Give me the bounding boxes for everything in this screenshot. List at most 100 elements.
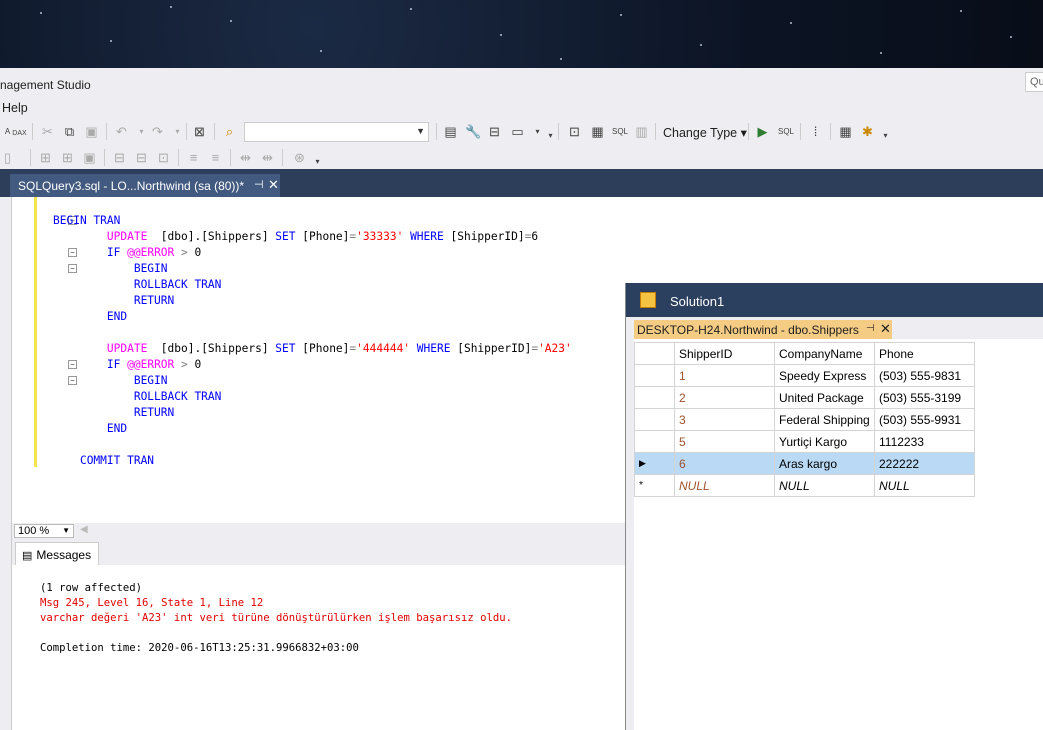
layout-toolbar: ▯ ⊞ ⊞ ▣ ⊟ ⊟ ⊡ ≡ ≡ ⇹ ⇹ ⊛ ▾	[0, 145, 1043, 169]
verify-sql-icon[interactable]: SQL	[777, 124, 795, 139]
cell-companyname[interactable]: United Package	[774, 386, 875, 409]
redo-dropdown-icon[interactable]: ▾	[170, 124, 185, 139]
undo-icon[interactable]: ↶	[114, 124, 129, 139]
quick-launch-input[interactable]: Qu	[1025, 72, 1043, 92]
message-line: (1 row affected)	[40, 582, 143, 594]
make-same-height-icon[interactable]: ⊟	[134, 150, 149, 165]
cell-shipperid[interactable]: 1	[674, 364, 775, 387]
close-icon[interactable]: ✕	[268, 177, 279, 193]
table-row[interactable]: 5 Yurtiçi Kargo 1112233	[634, 430, 975, 453]
cell-companyname[interactable]: Aras kargo	[774, 452, 875, 475]
table-row-new[interactable]: * NULL NULL NULL	[634, 474, 975, 497]
floating-window-header: Solution1	[626, 283, 1043, 317]
add-new-derived-table-icon[interactable]: ✱	[860, 124, 875, 139]
cell-phone[interactable]: 1112233	[874, 430, 975, 453]
add-group-by-icon[interactable]: ⁞	[808, 124, 823, 139]
separator	[558, 123, 559, 140]
cell-companyname[interactable]: Yurtiçi Kargo	[774, 430, 875, 453]
row-selector[interactable]	[634, 408, 675, 431]
toolbar-overflow-icon[interactable]: ▾	[543, 128, 558, 143]
show-criteria-pane-icon[interactable]: ▦	[590, 124, 605, 139]
show-diagram-pane-icon[interactable]: ⊡	[567, 124, 582, 139]
column-header[interactable]: CompanyName	[774, 342, 875, 365]
table-data-grid: ShipperID CompanyName Phone 1 Speedy Exp…	[634, 339, 1043, 730]
cell-shipperid[interactable]: NULL	[674, 474, 775, 497]
table-tab-title: DESKTOP-H24.Northwind - dbo.Shippers	[637, 323, 859, 337]
decrease-spacing-icon[interactable]: ⇹	[260, 150, 275, 165]
tab-sqlquery3[interactable]: SQLQuery3.sql - LO...Northwind (sa (80))…	[10, 174, 280, 197]
cell-shipperid[interactable]: 6	[674, 452, 775, 475]
show-results-pane-icon[interactable]: ▥	[634, 124, 649, 139]
horizontal-spacing-icon[interactable]: ≡	[186, 150, 201, 165]
show-sql-pane-icon[interactable]: SQL	[610, 124, 630, 139]
make-same-width-icon[interactable]: ⊟	[112, 150, 127, 165]
find-combo[interactable]: ▼	[244, 122, 429, 142]
align-lefts-icon[interactable]: ▯	[0, 150, 15, 165]
command-window-icon[interactable]: ▭	[510, 124, 525, 139]
add-table-icon[interactable]: ▦	[838, 124, 853, 139]
change-type-button[interactable]: Change Type ▾	[663, 125, 747, 140]
toolbox-icon[interactable]: ⊟	[487, 124, 502, 139]
properties-wrench-icon[interactable]: 🔧	[465, 124, 481, 139]
sql-code[interactable]: BEGIN TRAN UPDATE [dbo].[Shippers] SET […	[53, 213, 572, 469]
align-tops-icon[interactable]: ▣	[82, 150, 97, 165]
align-centers-icon[interactable]: ⊞	[38, 150, 53, 165]
toolbar-overflow-icon-2[interactable]: ▾	[878, 128, 893, 143]
dax-query-icon[interactable]: DAX	[12, 126, 27, 141]
table-row-selected[interactable]: ▶ 6 Aras kargo 222222	[634, 452, 975, 475]
row-header-corner	[634, 342, 675, 365]
cell-phone[interactable]: 222222	[874, 452, 975, 475]
menu-help[interactable]: Help	[2, 101, 28, 115]
pin-icon[interactable]: ⊣	[254, 178, 264, 191]
make-same-size-icon[interactable]: ⊡	[156, 150, 171, 165]
column-header[interactable]: ShipperID	[674, 342, 775, 365]
cell-phone[interactable]: (503) 555-9831	[874, 364, 975, 387]
redo-icon[interactable]: ↷	[150, 124, 165, 139]
query-designer-icon[interactable]: ▤	[443, 124, 458, 139]
tab-order-icon[interactable]: ⊛	[292, 150, 307, 165]
cut-icon[interactable]: ✂	[40, 124, 55, 139]
cell-shipperid[interactable]: 5	[674, 430, 775, 453]
pin-icon[interactable]: ⊣	[866, 323, 875, 334]
find-icon[interactable]: ⌕	[222, 124, 237, 139]
increase-spacing-icon[interactable]: ⇹	[238, 150, 253, 165]
title-bar: nagement Studio Qu	[0, 68, 1043, 99]
close-icon[interactable]: ✕	[880, 321, 891, 337]
row-selector[interactable]	[634, 386, 675, 409]
row-selector-new[interactable]: *	[634, 474, 675, 497]
zoom-select[interactable]: 100 % ▼	[14, 524, 74, 538]
shippers-grid: ShipperID CompanyName Phone 1 Speedy Exp…	[634, 342, 975, 497]
undo-dropdown-icon[interactable]: ▾	[134, 124, 149, 139]
error-line: varchar değeri 'A23' int veri türüne dön…	[40, 612, 512, 624]
copy-icon[interactable]: ⧉	[62, 124, 77, 139]
cell-phone[interactable]: (503) 555-3199	[874, 386, 975, 409]
tab-shippers-table[interactable]: DESKTOP-H24.Northwind - dbo.Shippers ⊣ ✕	[634, 320, 892, 339]
align-rights-icon[interactable]: ⊞	[60, 150, 75, 165]
row-selector-current[interactable]: ▶	[634, 452, 675, 475]
paste-icon[interactable]: ▣	[84, 124, 99, 139]
change-type-label: Change Type	[663, 126, 738, 140]
scroll-left-icon[interactable]: ◀	[80, 524, 88, 535]
message-line-blank	[40, 626, 512, 641]
row-selector[interactable]	[634, 364, 675, 387]
table-row[interactable]: 2 United Package (503) 555-3199	[634, 386, 975, 409]
cell-shipperid[interactable]: 3	[674, 408, 775, 431]
cell-companyname[interactable]: Federal Shipping	[774, 408, 875, 431]
cell-companyname[interactable]: NULL	[774, 474, 875, 497]
row-selector[interactable]	[634, 430, 675, 453]
cell-phone[interactable]: NULL	[874, 474, 975, 497]
cell-phone[interactable]: (503) 555-9931	[874, 408, 975, 431]
toolbar-overflow-icon-3[interactable]: ▾	[310, 154, 325, 169]
column-header[interactable]: Phone	[874, 342, 975, 365]
table-row[interactable]: 3 Federal Shipping (503) 555-9931	[634, 408, 975, 431]
chevron-down-icon: ▼	[62, 526, 70, 535]
left-pane-collapsed	[0, 197, 12, 730]
error-line: Msg 245, Level 16, State 1, Line 12	[40, 597, 264, 609]
tab-messages[interactable]: ▤ Messages	[15, 542, 99, 565]
execute-sql-icon[interactable]: ▶	[755, 124, 770, 139]
cell-companyname[interactable]: Speedy Express	[774, 364, 875, 387]
vertical-spacing-icon[interactable]: ≡	[208, 150, 223, 165]
activity-monitor-icon[interactable]: ⊠	[192, 124, 207, 139]
cell-shipperid[interactable]: 2	[674, 386, 775, 409]
table-row[interactable]: 1 Speedy Express (503) 555-9831	[634, 364, 975, 387]
